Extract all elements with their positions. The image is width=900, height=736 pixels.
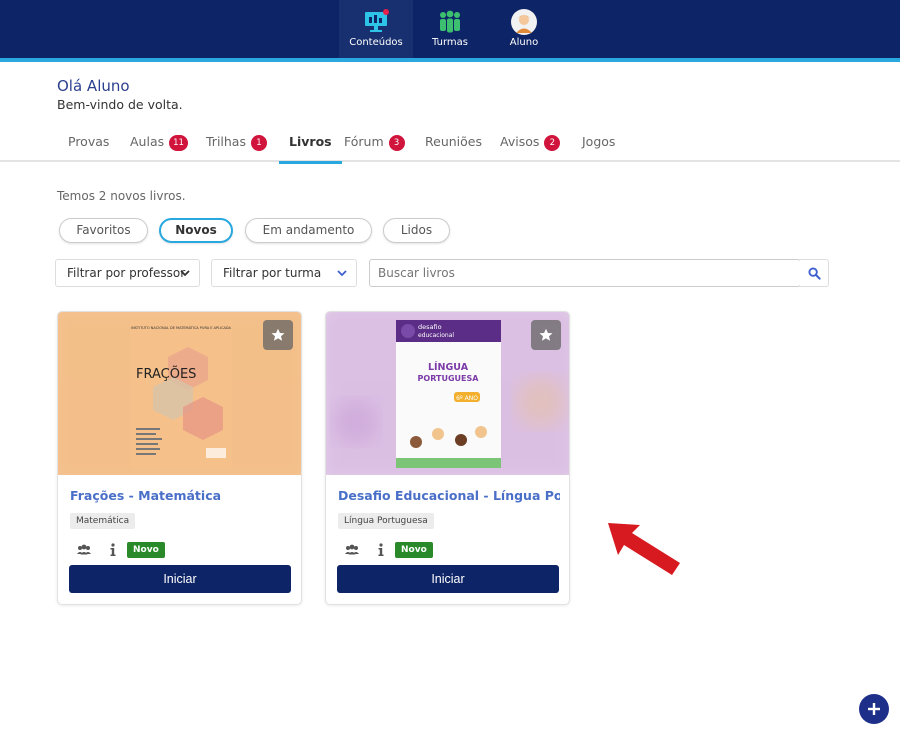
tab-badge: 2 [544,135,561,151]
avatar-icon [511,9,537,35]
cover-grade: 6º ANO [456,395,478,402]
nav-conteudos[interactable]: Conteúdos [339,0,413,58]
professor-select-value: Filtrar por professor [67,266,186,280]
tab-trilhas[interactable]: Trilhas 1 [206,134,267,162]
book-title[interactable]: Frações - Matemática [70,488,292,503]
book-title[interactable]: Desafio Educacional - Língua Portu... [338,488,560,503]
tab-label: Jogos [582,134,616,149]
annotation-arrow-icon [608,523,680,575]
professor-select[interactable]: Filtrar por professor [55,259,200,287]
tab-label: Aulas [130,134,165,149]
greeting-subtitle: Bem-vindo de volta. [57,97,183,112]
tab-provas[interactable]: Provas [68,134,109,162]
star-icon [271,328,285,341]
users-icon[interactable] [76,542,92,558]
filter-lidos[interactable]: Lidos [383,218,450,243]
tab-badge: 3 [388,135,405,151]
tab-label: Reuniões [425,134,482,149]
svg-text:LÍNGUA: LÍNGUA [428,361,469,373]
favorite-button[interactable] [263,320,293,350]
tab-reunioes[interactable]: Reuniões [425,134,482,162]
nav-turmas-label: Turmas [432,37,468,48]
filter-em-andamento[interactable]: Em andamento [245,218,372,243]
turma-select-value: Filtrar por turma [223,266,322,280]
tab-label: Livros [289,134,332,149]
filter-novos[interactable]: Novos [159,218,233,243]
favorite-button[interactable] [531,320,561,350]
cover-title: FRAÇÕES [136,366,196,382]
tab-jogos[interactable]: Jogos [582,134,615,162]
book-card[interactable]: desafio educacional LÍNGUA PORTUGUESA 6º… [325,311,570,605]
tab-label: Trilhas [206,134,246,149]
nav-aluno-label: Aluno [509,37,539,48]
content-tabs: Provas Aulas 11 Trilhas 1 Livros Fórum 3 Re… [0,128,900,164]
turma-select[interactable]: Filtrar por turma [211,259,357,287]
info-icon[interactable] [373,542,389,558]
search-button[interactable] [800,259,829,287]
users-icon[interactable] [344,542,360,558]
search-input[interactable] [369,259,801,287]
top-navbar: Conteúdos Turmas Aluno [0,0,900,58]
chevron-down-icon [180,270,190,277]
tab-badge: 1 [250,135,267,151]
tab-label: Provas [68,134,110,149]
books-info-text: Temos 2 novos livros. [57,189,186,203]
subject-tag: Língua Portuguesa [338,513,434,529]
cover-header: INSTITUTO NACIONAL DE MATEMÁTICA PURA E … [131,325,232,330]
navbar-accent-line [0,58,900,62]
status-badge: Novo [395,542,433,558]
nav-aluno[interactable]: Aluno [487,0,561,58]
greeting-title: Olá Aluno [57,77,130,95]
group-icon [440,10,460,33]
tab-label: Avisos [500,134,540,149]
tab-aulas[interactable]: Aulas 11 [130,134,188,162]
start-button[interactable]: Iniciar [337,565,559,593]
search-icon [808,267,821,280]
nav-conteudos-label: Conteúdos [349,37,403,48]
nav-turmas[interactable]: Turmas [413,0,487,58]
svg-text:desafio: desafio [418,323,442,331]
start-button[interactable]: Iniciar [69,565,291,593]
subject-tag: Matemática [70,513,136,529]
tab-badge: 11 [169,135,188,151]
info-icon[interactable] [105,542,121,558]
svg-text:PORTUGUESA: PORTUGUESA [418,374,480,383]
tab-forum[interactable]: Fórum 3 [344,134,405,162]
tab-avisos[interactable]: Avisos 2 [500,134,561,162]
star-icon [539,328,553,341]
chevron-down-icon [337,270,347,277]
tab-livros[interactable]: Livros [279,134,342,164]
filter-favoritos[interactable]: Favoritos [59,218,148,243]
add-button[interactable] [859,694,889,724]
book-card[interactable]: INSTITUTO NACIONAL DE MATEMÁTICA PURA E … [57,311,302,605]
tab-label: Fórum [344,134,384,149]
monitor-icon [365,9,389,32]
status-badge: Novo [127,542,165,558]
cover-brand: educacional [418,332,454,339]
plus-icon [868,703,880,715]
